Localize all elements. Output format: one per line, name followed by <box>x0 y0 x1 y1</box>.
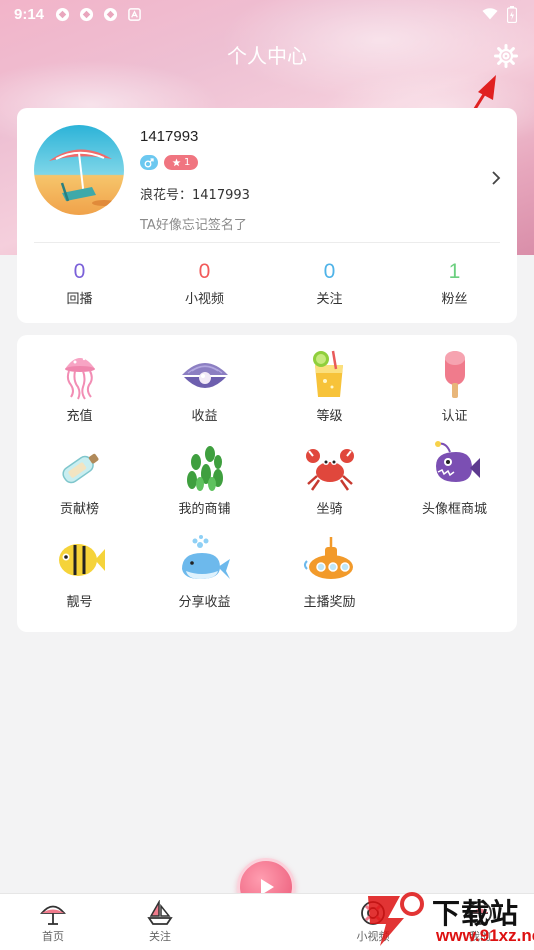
wifi-icon <box>482 6 498 22</box>
stat-replay[interactable]: 0 回播 <box>17 258 142 307</box>
gear-icon <box>494 44 518 68</box>
feature-lucky-number[interactable]: 靓号 <box>17 521 142 613</box>
level-value: 1 <box>184 157 191 168</box>
feature-label: 坐骑 <box>316 502 343 517</box>
lifebuoy-icon <box>361 901 385 925</box>
nav-following[interactable]: 关注 <box>130 900 190 944</box>
nav-mine[interactable]: 我的 <box>450 900 510 944</box>
feature-label: 靓号 <box>66 595 93 610</box>
boat-icon <box>147 900 173 925</box>
feature-label: 充值 <box>66 409 93 424</box>
fish-icon <box>58 544 105 576</box>
feature-mount[interactable]: 坐骑 <box>267 428 392 520</box>
bottle-icon <box>61 453 98 484</box>
feature-label: 收益 <box>191 409 218 424</box>
battery-icon <box>504 5 520 23</box>
keyboard-notification-icon <box>126 6 142 22</box>
features-grid: 充值 收益 等级 认证 贡献榜 我的商铺 坐骑 头像框商城 靓号 分享收益 主播… <box>17 335 517 632</box>
feature-share-earnings[interactable]: 分享收益 <box>142 521 267 613</box>
feature-level[interactable]: 等级 <box>267 335 392 427</box>
submarine-icon <box>303 537 353 579</box>
male-badge <box>140 155 158 170</box>
signature: TA好像忘记签名了 <box>140 218 247 233</box>
username: 1417993 <box>140 128 199 145</box>
stat-label: 小视频 <box>184 292 224 307</box>
app-notification-icon <box>78 6 94 22</box>
stat-value: 0 <box>198 260 211 283</box>
app-notification-icon <box>102 6 118 22</box>
chevron-right-icon[interactable] <box>489 170 503 186</box>
feature-label: 认证 <box>441 409 468 424</box>
male-icon <box>144 157 154 167</box>
stat-value: 0 <box>73 260 86 283</box>
nav-home[interactable]: 首页 <box>23 900 83 944</box>
nav-short-video[interactable]: 小视频 <box>343 900 403 944</box>
avatar[interactable] <box>34 125 124 215</box>
feature-avatar-frame-shop[interactable]: 头像框商城 <box>392 428 517 520</box>
feature-contribution-ranking[interactable]: 贡献榜 <box>17 428 142 520</box>
umbrella-icon <box>40 905 66 925</box>
nav-label: 小视频 <box>356 930 390 943</box>
nav-label: 首页 <box>42 930 64 943</box>
status-time: 9:14 <box>14 5 45 23</box>
stats-row: 0 回播 0 小视频 0 关注 1 粉丝 <box>17 258 517 307</box>
feature-label: 分享收益 <box>178 595 231 610</box>
feature-verification[interactable]: 认证 <box>392 335 517 427</box>
feature-label: 头像框商城 <box>421 502 487 517</box>
anglerfish-icon <box>434 441 480 482</box>
lang-id: 浪花号：1417993 <box>140 188 250 203</box>
profile-icon <box>468 901 492 925</box>
nav-label: 我的 <box>469 930 491 943</box>
stat-label: 粉丝 <box>441 292 468 307</box>
profile-card[interactable]: 1417993 1 浪花号：1417993 TA好像忘记签名了 0 回播 0 小… <box>17 108 517 323</box>
whale-icon <box>181 535 230 579</box>
settings-button[interactable] <box>492 42 520 70</box>
feature-earnings[interactable]: 收益 <box>142 335 267 427</box>
jellyfish-icon <box>64 357 95 400</box>
stat-value: 0 <box>323 260 336 283</box>
popsicle-icon <box>444 351 465 398</box>
crab-icon <box>305 449 354 491</box>
beach-avatar-image <box>34 125 124 215</box>
feature-label: 贡献榜 <box>59 502 99 517</box>
stat-value: 1 <box>448 260 461 283</box>
stat-label: 回播 <box>66 292 93 307</box>
page-title: 个人中心 <box>227 44 307 68</box>
bottom-nav: 首页 关注 小视频 我的 <box>0 893 534 950</box>
feature-recharge[interactable]: 充值 <box>17 335 142 427</box>
level-badge: 1 <box>164 155 199 170</box>
feature-label: 我的商铺 <box>178 502 231 517</box>
feature-label: 主播奖励 <box>303 595 356 610</box>
feature-host-rewards[interactable]: 主播奖励 <box>267 521 392 613</box>
seaweed-icon <box>186 446 223 491</box>
stat-fans[interactable]: 1 粉丝 <box>392 258 517 307</box>
divider <box>34 242 500 243</box>
star-icon <box>172 158 181 167</box>
drink-icon <box>312 350 343 397</box>
feature-label: 等级 <box>316 409 343 424</box>
stat-short-video[interactable]: 0 小视频 <box>142 258 267 307</box>
feature-my-shop[interactable]: 我的商铺 <box>142 428 267 520</box>
stat-label: 关注 <box>316 292 343 307</box>
nav-label: 关注 <box>149 930 171 943</box>
app-notification-icon <box>54 6 70 22</box>
status-bar: 9:14 <box>0 0 534 28</box>
stat-following[interactable]: 0 关注 <box>267 258 392 307</box>
shell-icon <box>181 363 228 388</box>
